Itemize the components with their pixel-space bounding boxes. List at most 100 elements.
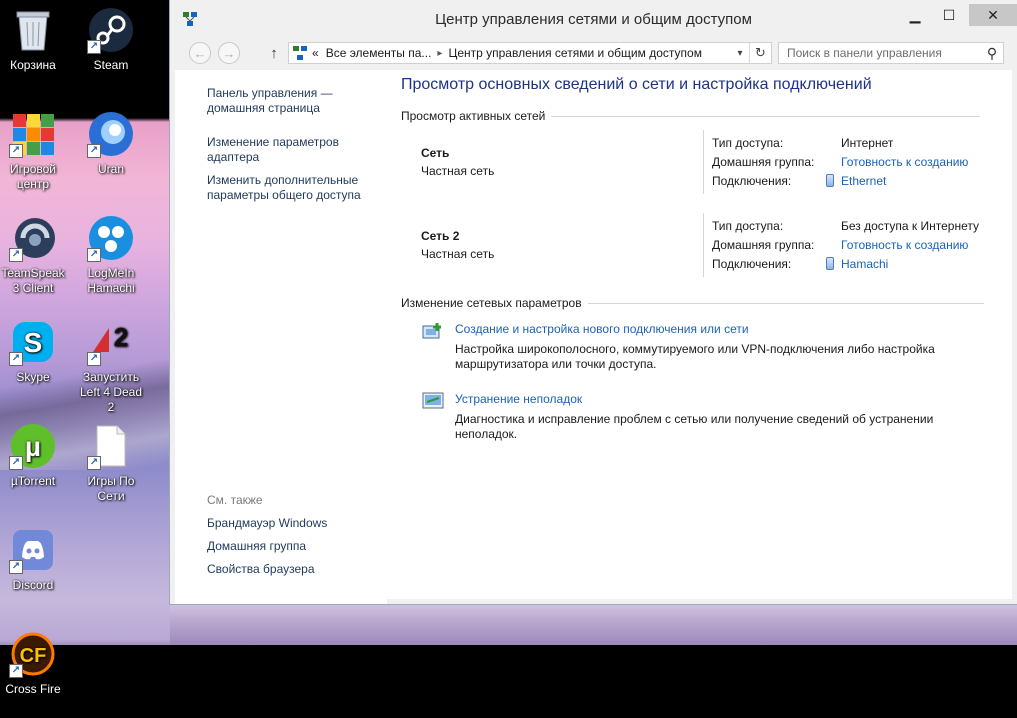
minimize-button[interactable]: ▁ xyxy=(900,4,930,26)
network-1-divider xyxy=(703,130,704,194)
shortcut-arrow-icon: ↗ xyxy=(87,456,101,470)
access-type-label: Тип доступа: xyxy=(712,219,784,233)
address-overflow-chevron[interactable]: « xyxy=(312,46,319,60)
navigation-bar: ← → ↑ « Все элементы па... ▸ Центр управ… xyxy=(175,36,1012,70)
desktop-icon-label: Uran xyxy=(97,162,124,176)
desktop-icon-steam[interactable]: ↗ Steam xyxy=(75,6,147,73)
network-2-type: Частная сеть xyxy=(421,247,495,261)
hamachi-icon: ↗ xyxy=(87,214,135,262)
new-connection-link[interactable]: Создание и настройка нового подключения … xyxy=(455,322,749,336)
search-placeholder: Поиск в панели управления xyxy=(787,46,942,60)
desktop-icon-game-center[interactable]: ↗ Игровой центр xyxy=(0,110,69,192)
homegroup-label: Домашняя группа: xyxy=(712,155,815,169)
change-settings-label: Изменение сетевых параметров xyxy=(401,296,582,310)
homegroup-link[interactable]: Домашняя группа xyxy=(207,539,306,554)
desktop-icon-skype[interactable]: S ↗ Skype xyxy=(0,318,69,385)
network-2-name: Сеть 2 xyxy=(421,229,460,243)
network-1-homegroup-link[interactable]: Готовность к созданию xyxy=(841,155,968,169)
uran-icon: ↗ xyxy=(87,110,135,158)
shortcut-arrow-icon: ↗ xyxy=(9,456,23,470)
network-1-connection-label: Ethernet xyxy=(841,174,887,188)
homegroup-label: Домашняя группа: xyxy=(712,238,815,252)
desktop-icon-label: Корзина xyxy=(10,58,56,72)
utorrent-icon: µ ↗ xyxy=(9,422,57,470)
up-button[interactable]: ↑ xyxy=(265,43,283,63)
breadcrumb-all-items[interactable]: Все элементы па... xyxy=(326,46,432,60)
window-title: Центр управления сетями и общим доступом xyxy=(435,11,752,28)
connections-label: Подключения: xyxy=(712,174,792,188)
troubleshoot-link[interactable]: Устранение неполадок xyxy=(455,392,582,406)
desktop-icon-recycle-bin[interactable]: Корзина xyxy=(0,6,69,73)
desktop-icon-hamachi[interactable]: ↗ LogMeIn Hamachi xyxy=(75,214,147,296)
crossfire-icon: CF ↗ xyxy=(9,630,57,678)
document-icon: ↗ xyxy=(87,422,135,470)
desktop-icon-label: TeamSpeak 3 Client xyxy=(1,266,65,295)
desktop-icon-utorrent[interactable]: µ ↗ µTorrent xyxy=(0,422,69,489)
desktop-icon-discord[interactable]: ↗ Discord xyxy=(0,526,69,593)
shortcut-arrow-icon: ↗ xyxy=(9,352,23,366)
section-divider xyxy=(587,302,984,304)
search-input[interactable]: Поиск в панели управления ⚲ xyxy=(778,42,1004,64)
svg-text:2: 2 xyxy=(114,322,128,352)
desktop-icon-label: Запустить Left 4 Dead 2 xyxy=(79,370,143,414)
desktop-icon-label: Игровой центр xyxy=(10,162,56,191)
svg-text:CF: CF xyxy=(20,645,47,667)
desktop-icon-crossfire[interactable]: CF ↗ Cross Fire xyxy=(0,630,69,697)
page-title: Просмотр основных сведений о сети и наст… xyxy=(401,76,872,93)
active-networks-header: Просмотр активных сетей xyxy=(401,109,981,123)
desktop-icon-teamspeak[interactable]: ↗ TeamSpeak 3 Client xyxy=(0,214,69,296)
hamachi-adapter-icon xyxy=(826,257,834,270)
desktop-icon-label: LogMeIn Hamachi xyxy=(87,266,135,295)
advanced-sharing-settings-link[interactable]: Изменить дополнительные параметры общего… xyxy=(207,173,377,203)
network-2-divider xyxy=(703,213,704,277)
desktop-icon-uran[interactable]: ↗ Uran xyxy=(75,110,147,177)
section-divider xyxy=(551,115,981,117)
teamspeak-icon: ↗ xyxy=(9,214,57,262)
network-2-connection-link[interactable]: Hamachi xyxy=(826,257,888,271)
back-button[interactable]: ← xyxy=(189,42,211,64)
network-1-type: Частная сеть xyxy=(421,164,495,178)
desktop-icon-label: Игры По Сети xyxy=(87,474,135,503)
change-settings-header: Изменение сетевых параметров xyxy=(401,296,984,310)
breadcrumb-separator-icon[interactable]: ▸ xyxy=(437,48,442,59)
desktop-icon-label: µTorrent xyxy=(10,474,56,488)
maximize-button[interactable]: ☐ xyxy=(934,4,964,26)
active-networks-label: Просмотр активных сетей xyxy=(401,109,546,123)
shortcut-arrow-icon: ↗ xyxy=(87,144,101,158)
close-button[interactable]: ✕ xyxy=(969,4,1017,26)
desktop-icon-network-games[interactable]: ↗ Игры По Сети xyxy=(75,422,147,504)
breadcrumb-current[interactable]: Центр управления сетями и общим доступом xyxy=(448,46,702,60)
internet-options-link[interactable]: Свойства браузера xyxy=(207,562,315,577)
desktop-icon-label: Skype xyxy=(16,370,50,384)
wallpaper-clouds xyxy=(170,598,1017,645)
title-bar[interactable]: Центр управления сетями и общим доступом… xyxy=(175,0,1017,36)
shortcut-arrow-icon: ↗ xyxy=(87,248,101,262)
shortcut-arrow-icon: ↗ xyxy=(9,664,23,678)
shortcut-arrow-icon: ↗ xyxy=(9,560,23,574)
svg-text:S: S xyxy=(24,327,43,358)
control-panel-home-link[interactable]: Панель управления — домашняя страница xyxy=(207,86,357,116)
network-1-connection-link[interactable]: Ethernet xyxy=(826,174,887,188)
desktop-icon-label: Cross Fire xyxy=(5,682,61,696)
address-bar[interactable]: « Все элементы па... ▸ Центр управления … xyxy=(288,42,772,64)
desktop-bottom-area xyxy=(0,645,1017,718)
new-connection-description: Настройка широкополосного, коммутируемог… xyxy=(455,342,935,371)
network-2-homegroup-link[interactable]: Готовность к созданию xyxy=(841,238,968,252)
desktop-icon-label: Discord xyxy=(12,578,54,592)
recycle-bin-icon xyxy=(9,6,57,54)
troubleshoot-description: Диагностика и исправление проблем с сеть… xyxy=(455,412,934,441)
windows-firewall-link[interactable]: Брандмауэр Windows xyxy=(207,516,327,531)
discord-icon: ↗ xyxy=(9,526,57,574)
address-dropdown-icon[interactable]: ▾ xyxy=(731,48,749,59)
network-sharing-center-window: Центр управления сетями и общим доступом… xyxy=(170,0,1017,604)
search-icon[interactable]: ⚲ xyxy=(981,45,1003,62)
change-adapter-settings-link[interactable]: Изменение параметров адаптера xyxy=(207,135,357,165)
forward-button[interactable]: → xyxy=(218,42,240,64)
desktop-icon-left4dead2[interactable]: 2 ↗ Запустить Left 4 Dead 2 xyxy=(75,318,147,415)
network-1-access: Интернет xyxy=(841,136,894,150)
shortcut-arrow-icon: ↗ xyxy=(9,144,23,158)
connections-label: Подключения: xyxy=(712,257,792,271)
network-2-access: Без доступа к Интернету xyxy=(841,219,980,233)
refresh-icon[interactable]: ↻ xyxy=(749,43,771,63)
control-panel-icon xyxy=(293,46,307,60)
